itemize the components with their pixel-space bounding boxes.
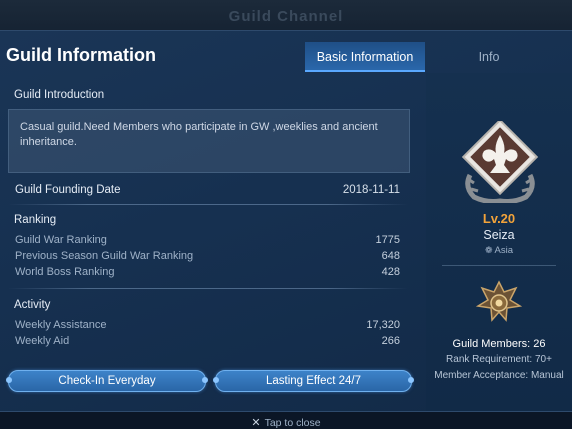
- lasting-effect-label: Lasting Effect 24/7: [265, 375, 362, 387]
- guild-profile-section: Lv.20 Seiza ❁ Asia Guild Members: 26 Rank…: [426, 73, 572, 411]
- check-in-label: Check-In Everyday: [58, 375, 156, 387]
- activity-row-value: 266: [381, 335, 400, 347]
- globe-icon: ❁: [484, 245, 493, 255]
- guild-name: Seiza: [483, 228, 515, 242]
- panel-title: Guild Information: [6, 45, 156, 65]
- background-channel-title: Guild Channel: [228, 8, 344, 25]
- activity-row: Weekly Aid 266: [14, 335, 400, 350]
- guild-introduction-label: Guild Introduction: [14, 89, 105, 101]
- rank-requirement: Rank Requirement: 70+: [446, 354, 552, 365]
- button-dot: [202, 377, 208, 383]
- activity-row: Weekly Assistance 17,320: [14, 319, 400, 334]
- guild-info-panel: Guild Information Basic Information Info…: [0, 30, 572, 412]
- guild-region: ❁ Asia: [426, 245, 572, 256]
- founding-date-row: Guild Founding Date 2018-11-11: [14, 184, 400, 199]
- guild-members: Guild Members: 26: [452, 338, 546, 350]
- close-icon: ✕: [251, 417, 261, 429]
- button-dot: [6, 377, 12, 383]
- ranking-row-label: Previous Season Guild War Ranking: [15, 250, 194, 262]
- activity-row-label: Weekly Assistance: [15, 319, 107, 331]
- activity-label: Activity: [14, 299, 51, 311]
- lasting-effect-button[interactable]: Lasting Effect 24/7: [213, 370, 414, 392]
- founding-date-value: 2018-11-11: [342, 184, 400, 196]
- ranking-row-label: Guild War Ranking: [15, 234, 107, 246]
- ranking-row-value: 1775: [375, 234, 400, 246]
- divider: [442, 265, 556, 266]
- divider: [8, 204, 408, 205]
- tap-to-close-label: Tap to close: [264, 417, 321, 429]
- guild-level: Lv.20: [482, 211, 516, 226]
- check-in-everyday-button[interactable]: Check-In Everyday: [6, 370, 208, 392]
- ranking-row-value: 648: [381, 250, 400, 262]
- guild-introduction-text: Casual guild.Need Members who participat…: [20, 121, 378, 148]
- guild-introduction-box: Casual guild.Need Members who participat…: [8, 109, 410, 173]
- ranking-row: Guild War Ranking 1775: [14, 234, 400, 249]
- guild-rank-crest-icon: [476, 280, 522, 322]
- activity-row-value: 17,320: [366, 319, 400, 331]
- tab-info[interactable]: Info: [429, 42, 549, 72]
- ranking-row-value: 428: [381, 266, 400, 278]
- divider: [8, 288, 408, 289]
- activity-row-label: Weekly Aid: [15, 335, 70, 347]
- fleur-de-lis-emblem-icon: [461, 121, 539, 203]
- tap-to-close[interactable]: ✕ Tap to close: [0, 416, 572, 429]
- region-label: Asia: [494, 245, 514, 256]
- button-dot: [213, 377, 219, 383]
- ranking-label: Ranking: [14, 214, 57, 226]
- basic-info-section: Guild Introduction Casual guild.Need Mem…: [0, 73, 425, 411]
- tab-basic-information[interactable]: Basic Information: [305, 42, 425, 72]
- ranking-row-label: World Boss Ranking: [15, 266, 115, 278]
- ranking-row: World Boss Ranking 428: [14, 266, 400, 281]
- founding-date-label: Guild Founding Date: [15, 184, 121, 196]
- member-acceptance: Member Acceptance: Manual: [434, 370, 564, 381]
- button-dot: [408, 377, 414, 383]
- ranking-row: Previous Season Guild War Ranking 648: [14, 250, 400, 265]
